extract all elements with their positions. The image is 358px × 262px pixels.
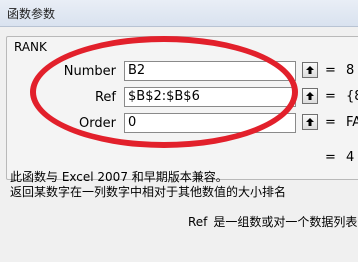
arg-label-number: Number [63, 64, 116, 79]
number-input[interactable]: B2 [124, 61, 296, 81]
arg-description-text: 是一组数或对一个数据列表 [213, 215, 358, 229]
number-range-select-button[interactable] [302, 62, 318, 78]
range-select-arrow-icon [306, 118, 314, 126]
equals-sign: = [325, 89, 336, 104]
arg-description-name: Ref [188, 215, 208, 229]
range-select-arrow-icon [306, 92, 314, 100]
dialog-title-bar: 函数参数 [0, 0, 358, 27]
ref-result: {8 [346, 89, 358, 104]
overall-equals-sign: = [325, 150, 336, 165]
order-result: FA [346, 115, 358, 130]
function-description: 返回某数字在一列数字中相对于其他数值的大小排名 [10, 185, 287, 199]
order-input[interactable]: 0 [124, 113, 296, 133]
arg-row-ref: Ref $B$2:$B$6 = {8 [0, 87, 358, 109]
equals-sign: = [325, 115, 336, 130]
range-select-arrow-icon [306, 66, 314, 74]
arg-label-order: Order [79, 116, 116, 131]
ref-input[interactable]: $B$2:$B$6 [124, 87, 296, 107]
arg-description: Ref 是一组数或对一个数据列表 [188, 213, 357, 230]
function-name: RANK [14, 40, 47, 54]
order-range-select-button[interactable] [302, 114, 318, 130]
arg-label-ref: Ref [94, 90, 116, 105]
equals-sign: = [325, 63, 336, 78]
ref-range-select-button[interactable] [302, 88, 318, 104]
overall-result: 4 [346, 150, 355, 165]
number-result: 8 [346, 63, 355, 78]
arg-row-order: Order 0 = FA [0, 113, 358, 135]
arg-row-number: Number B2 = 8 [0, 61, 358, 83]
dialog-title: 函数参数 [7, 7, 56, 21]
